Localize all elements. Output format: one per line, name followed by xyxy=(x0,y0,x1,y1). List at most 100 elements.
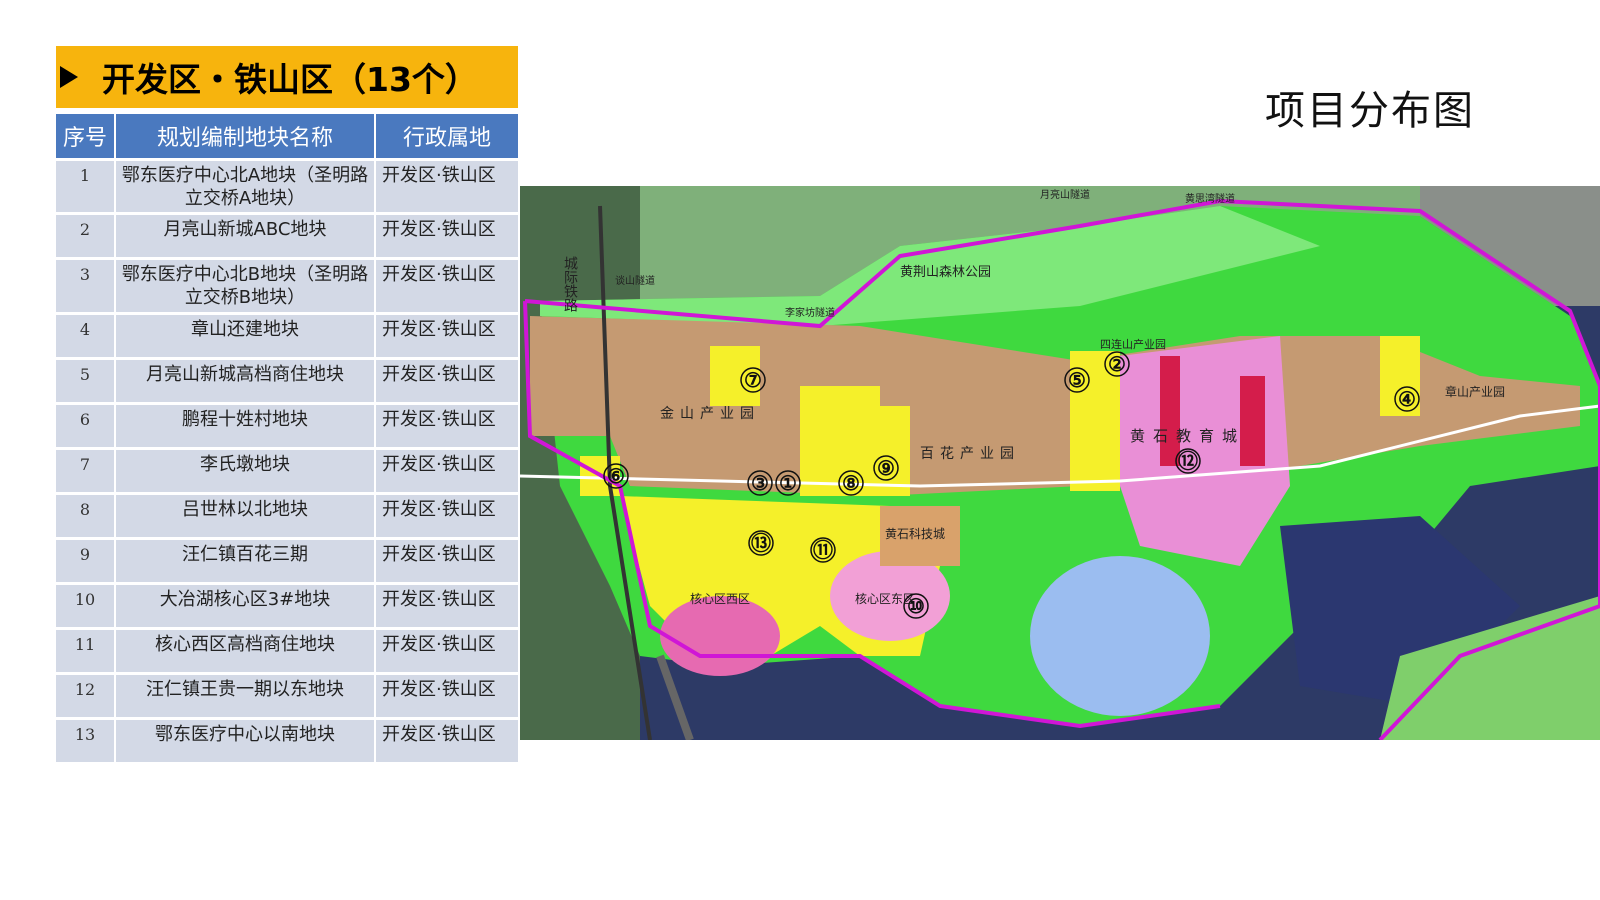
marker-7: ⑦ xyxy=(740,367,766,393)
row-name: 核心西区高档商住地块 xyxy=(116,627,376,672)
row-area: 开发区·铁山区 xyxy=(376,627,518,672)
row-area: 开发区·铁山区 xyxy=(376,212,518,257)
row-num: 10 xyxy=(56,582,116,627)
svg-text:①: ① xyxy=(779,471,797,495)
label-tech-city: 黄石科技城 xyxy=(885,527,945,541)
svg-text:⑧: ⑧ xyxy=(842,471,860,495)
row-num: 5 xyxy=(56,357,116,402)
label-zhangshan: 章山产业园 xyxy=(1445,384,1505,399)
row-name: 李氏墩地块 xyxy=(116,447,376,492)
svg-text:⑦: ⑦ xyxy=(744,368,762,392)
label-tunnel-tanshan: 谈山隧道 xyxy=(615,274,655,287)
svg-text:⑫: ⑫ xyxy=(1178,449,1198,473)
residential-patch xyxy=(880,406,910,496)
table-row: 10 大冶湖核心区3#地块 开发区·铁山区 xyxy=(56,582,518,627)
arrow-bullet-icon xyxy=(60,66,78,88)
table-row: 2 月亮山新城ABC地块 开发区·铁山区 xyxy=(56,212,518,257)
svg-text:⑪: ⑪ xyxy=(813,538,833,562)
marker-1: ① xyxy=(775,470,801,496)
map-title: 项目分布图 xyxy=(1265,88,1475,134)
header-num: 序号 xyxy=(56,114,116,158)
project-table: 序号 规划编制地块名称 行政属地 1 鄂东医疗中心北A地块（圣明路立交桥A地块）… xyxy=(56,114,518,762)
row-num: 3 xyxy=(56,257,116,312)
row-name: 月亮山新城ABC地块 xyxy=(116,212,376,257)
row-area: 开发区·铁山区 xyxy=(376,357,518,402)
svg-text:⑥: ⑥ xyxy=(607,464,625,488)
commercial-strip xyxy=(1160,356,1180,466)
table-row: 9 汪仁镇百花三期 开发区·铁山区 xyxy=(56,537,518,582)
svg-text:⑨: ⑨ xyxy=(877,456,895,480)
row-name: 章山还建地块 xyxy=(116,312,376,357)
table-row: 13 鄂东医疗中心以南地块 开发区·铁山区 xyxy=(56,717,518,762)
row-name: 吕世林以北地块 xyxy=(116,492,376,537)
table-row: 3 鄂东医疗中心北B地块（圣明路立交桥B地块） 开发区·铁山区 xyxy=(56,257,518,312)
svg-text:③: ③ xyxy=(751,471,769,495)
marker-8: ⑧ xyxy=(838,470,864,496)
row-area: 开发区·铁山区 xyxy=(376,158,518,212)
table-row: 8 吕世林以北地块 开发区·铁山区 xyxy=(56,492,518,537)
row-num: 9 xyxy=(56,537,116,582)
row-area: 开发区·铁山区 xyxy=(376,672,518,717)
row-num: 2 xyxy=(56,212,116,257)
table-header-row: 序号 规划编制地块名称 行政属地 xyxy=(56,114,518,158)
label-jinshan: 金山产业园 xyxy=(660,406,760,422)
label-baihua: 百花产业园 xyxy=(920,446,1020,462)
table-row: 11 核心西区高档商住地块 开发区·铁山区 xyxy=(56,627,518,672)
table-row: 7 李氏墩地块 开发区·铁山区 xyxy=(56,447,518,492)
row-name: 鄂东医疗中心以南地块 xyxy=(116,717,376,762)
label-sidianshan: 四连山产业园 xyxy=(1100,337,1166,351)
row-num: 4 xyxy=(56,312,116,357)
map-graphic: 黄荆山森林公园 金山产业园 百花产业园 黄石教育城 四连山产业园 章山产业园 黄… xyxy=(520,186,1600,740)
header-area: 行政属地 xyxy=(376,114,518,158)
label-core-west: 核心区西区 xyxy=(690,592,750,606)
label-railway: 城际铁路 xyxy=(562,256,578,312)
inner-lake xyxy=(1030,556,1210,716)
row-num: 1 xyxy=(56,158,116,212)
row-area: 开发区·铁山区 xyxy=(376,492,518,537)
svg-text:⑩: ⑩ xyxy=(907,594,925,618)
table-row: 12 汪仁镇王贵一期以东地块 开发区·铁山区 xyxy=(56,672,518,717)
marker-12: ⑫ xyxy=(1175,448,1201,474)
row-area: 开发区·铁山区 xyxy=(376,447,518,492)
marker-3: ③ xyxy=(747,470,773,496)
table-row: 1 鄂东医疗中心北A地块（圣明路立交桥A地块） 开发区·铁山区 xyxy=(56,158,518,212)
marker-13: ⑬ xyxy=(748,530,774,556)
marker-5: ⑤ xyxy=(1064,367,1090,393)
row-area: 开发区·铁山区 xyxy=(376,257,518,312)
row-name: 鄂东医疗中心北A地块（圣明路立交桥A地块） xyxy=(116,158,376,212)
row-area: 开发区·铁山区 xyxy=(376,537,518,582)
row-area: 开发区·铁山区 xyxy=(376,312,518,357)
marker-2: ② xyxy=(1104,351,1130,377)
label-edu-city: 黄石教育城 xyxy=(1130,427,1245,445)
commercial-strip xyxy=(1240,376,1265,466)
project-distribution-map: 黄荆山森林公园 金山产业园 百花产业园 黄石教育城 四连山产业园 章山产业园 黄… xyxy=(520,186,1600,740)
section-title: 开发区・铁山区（13个） xyxy=(102,60,478,99)
section-banner: 开发区・铁山区（13个） xyxy=(56,46,518,108)
svg-text:⑤: ⑤ xyxy=(1068,368,1086,392)
label-tunnel-yueliang: 月亮山隧道 xyxy=(1040,188,1090,201)
row-num: 7 xyxy=(56,447,116,492)
row-num: 13 xyxy=(56,717,116,762)
marker-4: ④ xyxy=(1394,386,1420,412)
svg-text:④: ④ xyxy=(1398,387,1416,411)
marker-11: ⑪ xyxy=(810,537,836,563)
core-west-plaza xyxy=(660,596,780,676)
row-name: 大冶湖核心区3#地块 xyxy=(116,582,376,627)
row-name: 月亮山新城高档商住地块 xyxy=(116,357,376,402)
row-name: 汪仁镇王贵一期以东地块 xyxy=(116,672,376,717)
svg-text:②: ② xyxy=(1108,352,1126,376)
row-num: 8 xyxy=(56,492,116,537)
row-num: 11 xyxy=(56,627,116,672)
row-name: 鄂东医疗中心北B地块（圣明路立交桥B地块） xyxy=(116,257,376,312)
marker-10: ⑩ xyxy=(903,593,929,619)
row-name: 鹏程十姓村地块 xyxy=(116,402,376,447)
table-row: 6 鹏程十姓村地块 开发区·铁山区 xyxy=(56,402,518,447)
row-num: 6 xyxy=(56,402,116,447)
header-name: 规划编制地块名称 xyxy=(116,114,376,158)
row-area: 开发区·铁山区 xyxy=(376,717,518,762)
label-tunnel-huangsiwan: 黄思湾隧道 xyxy=(1185,192,1235,205)
table-row: 5 月亮山新城高档商住地块 开发区·铁山区 xyxy=(56,357,518,402)
table-row: 4 章山还建地块 开发区·铁山区 xyxy=(56,312,518,357)
label-tunnel-lijiafang: 李家坊隧道 xyxy=(785,306,835,319)
row-num: 12 xyxy=(56,672,116,717)
